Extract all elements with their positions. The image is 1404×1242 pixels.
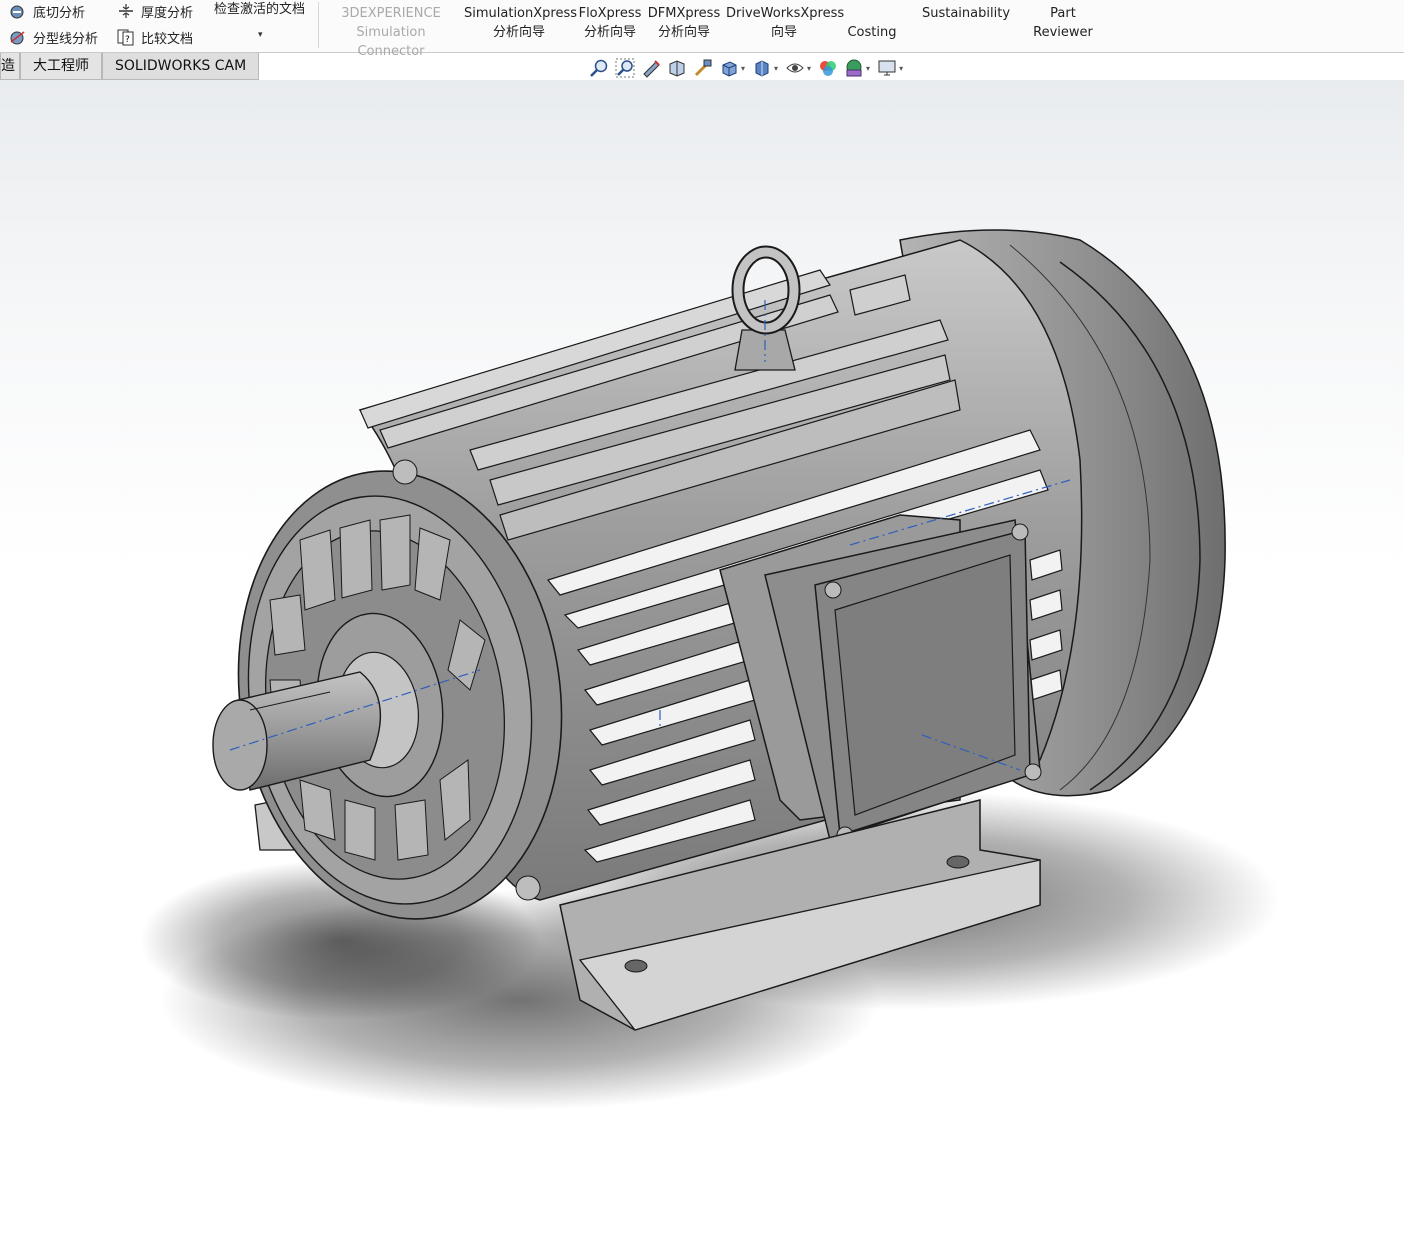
costing-button[interactable]: Costing <box>842 4 902 42</box>
sustainability-button[interactable]: Sustainability <box>920 4 1012 23</box>
view-orientation-icon <box>722 61 737 77</box>
electric-motor-model[interactable] <box>0 80 1404 1242</box>
parting-line-analysis-button[interactable]: 分型线分析 <box>8 26 98 48</box>
apply-scene-dropdown-chevron-down-icon[interactable]: ▾ <box>866 64 870 73</box>
driveworksxpress-button[interactable]: DriveWorksXpress 向导 <box>726 4 845 42</box>
compare-documents-icon: ? <box>116 28 136 46</box>
svg-text:?: ? <box>125 35 130 45</box>
button-line1: DFMXpress <box>647 6 721 21</box>
zoom-to-fit-icon <box>590 59 608 77</box>
undercut-analysis-icon <box>8 2 28 20</box>
parting-line-analysis-icon <box>8 28 28 46</box>
button-line1: Part <box>1050 6 1076 21</box>
parting-line-analysis-label: 分型线分析 <box>33 31 99 47</box>
view-orientation-dropdown-chevron-down-icon[interactable]: ▾ <box>741 64 745 73</box>
view-settings-button[interactable] <box>876 58 898 78</box>
undercut-analysis-button[interactable]: 底切分析 <box>8 0 85 22</box>
section-view-button[interactable] <box>666 58 688 78</box>
display-style-icon <box>755 60 769 77</box>
compare-documents-button[interactable]: ? 比较文档 <box>116 26 193 48</box>
button-line1: 3DEXPERIENCE <box>341 6 441 21</box>
command-manager-tabs: 造 大工程师 SOLIDWORKS CAM <box>0 53 260 80</box>
zoom-to-area-icon <box>615 58 635 78</box>
edit-appearance-icon <box>820 61 837 76</box>
simulationxpress-button[interactable]: SimulationXpress 分析向导 <box>464 4 578 42</box>
undercut-analysis-label: 底切分析 <box>33 5 86 21</box>
button-line1: SimulationXpress <box>464 6 578 21</box>
button-line2: 分析向导 <box>492 25 545 40</box>
thickness-analysis-label: 厚度分析 <box>141 5 194 21</box>
button-line1: FloXpress <box>578 6 642 21</box>
ribbon-overflow-chevron-down-icon[interactable]: ▾ <box>258 30 263 40</box>
section-view-icon <box>669 60 685 77</box>
button-line2: 分析向导 <box>657 25 710 40</box>
view-settings-dropdown-chevron-down-icon[interactable]: ▾ <box>899 64 903 73</box>
tab-solidworks-cam[interactable]: SOLIDWORKS CAM <box>102 53 260 80</box>
display-style-dropdown-chevron-down-icon[interactable]: ▾ <box>774 64 778 73</box>
compare-documents-label: 比较文档 <box>141 31 194 47</box>
tab-mold-tools[interactable]: 造 <box>0 53 20 80</box>
ribbon-separator <box>318 2 319 48</box>
hide-show-items-icon <box>786 63 804 73</box>
check-active-document-button[interactable]: 检查激活的文档 <box>214 0 305 18</box>
thickness-analysis-icon <box>116 2 136 20</box>
previous-view-button[interactable] <box>640 58 662 78</box>
button-line2: Reviewer <box>1033 25 1093 40</box>
3dexperience-simulation-connector-button[interactable]: 3DEXPERIENCE Simulation Connector <box>324 4 458 61</box>
floxpress-button[interactable]: FloXpress 分析向导 <box>576 4 644 42</box>
check-active-document-label: 检查激活的文档 <box>214 1 306 17</box>
command-manager-ribbon: 底切分析 分型线分析 厚度分析 ? 比较文档 检查激活的文档 ▾ 3DEXPER… <box>0 0 1404 59</box>
button-line1: Sustainability <box>921 6 1011 21</box>
apply-scene-icon <box>846 59 862 77</box>
button-line2: Costing <box>847 25 897 40</box>
display-style-button[interactable] <box>751 58 773 78</box>
hide-show-dropdown-chevron-down-icon[interactable]: ▾ <box>807 64 811 73</box>
hide-show-items-button[interactable] <box>784 58 806 78</box>
part-reviewer-button[interactable]: Part Reviewer <box>1028 4 1098 42</box>
dynamic-annotation-button[interactable] <box>692 58 714 78</box>
view-orientation-button[interactable] <box>718 58 740 78</box>
zoom-to-fit-button[interactable] <box>588 58 610 78</box>
button-line2: 向导 <box>770 25 797 40</box>
button-line1 <box>842 4 902 23</box>
thickness-analysis-button[interactable]: 厚度分析 <box>116 0 193 22</box>
dfmxpress-button[interactable]: DFMXpress 分析向导 <box>646 4 722 42</box>
button-line2: 分析向导 <box>583 25 636 40</box>
view-settings-icon <box>878 60 896 76</box>
dynamic-annotation-icon <box>694 59 712 77</box>
zoom-to-area-button[interactable] <box>614 58 636 78</box>
apply-scene-button[interactable] <box>843 58 865 78</box>
previous-view-icon <box>643 60 660 78</box>
button-line1: DriveWorksXpress <box>726 6 845 21</box>
heads-up-view-toolbar: ▾ ▾ ▾ ▾ ▾ <box>588 57 909 79</box>
graphics-area[interactable] <box>0 80 1404 1242</box>
button-line2: Simulation Connector <box>356 25 426 59</box>
edit-appearance-button[interactable] <box>817 58 839 78</box>
tab-da-gong-cheng-shi[interactable]: 大工程师 <box>20 53 102 80</box>
